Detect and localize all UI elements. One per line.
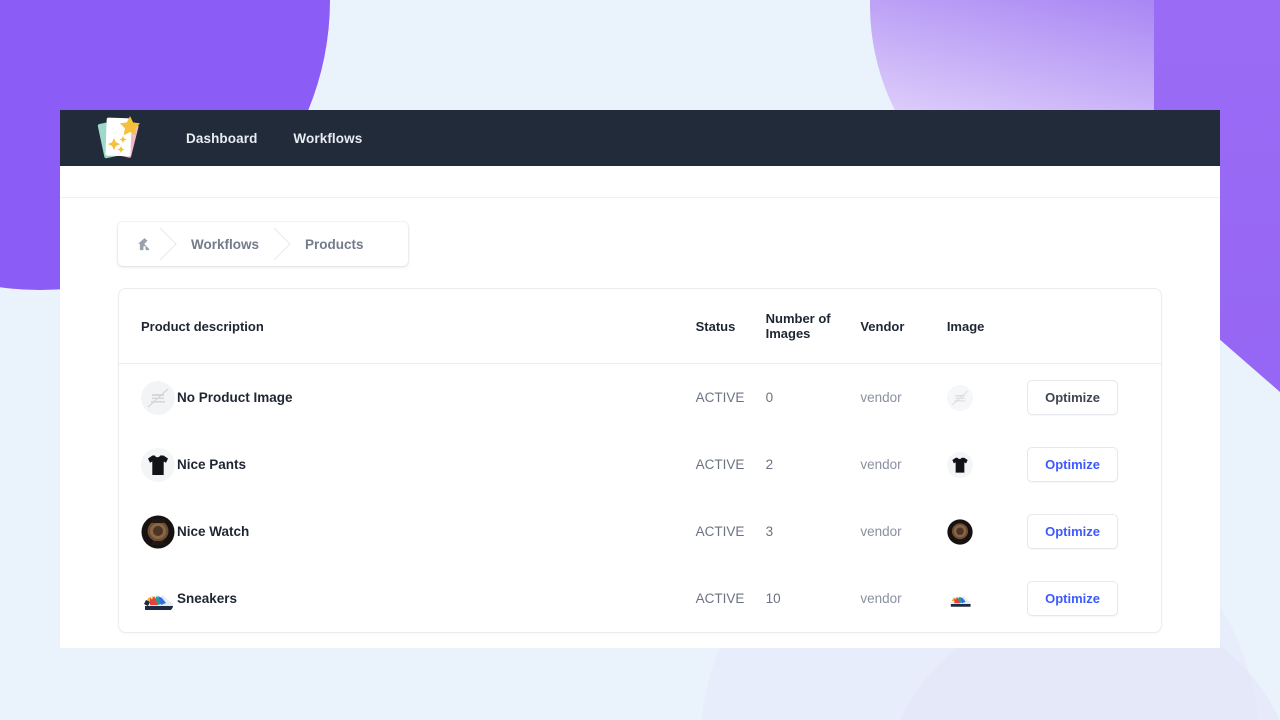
breadcrumb-home[interactable] [118,222,161,266]
sparkle-cards-logo[interactable] [92,111,148,163]
cell-number-of-images: 3 [766,498,861,565]
column-header-status: Status [696,289,766,364]
cell-image [947,364,1027,432]
tshirt-black-thumbnail [947,452,973,478]
table-header-row: Product description Status Number of Ima… [119,289,1161,364]
cell-description: No Product Image [119,364,696,432]
cell-vendor: vendor [860,431,946,498]
product-name: Nice Pants [177,457,246,472]
vendor-name: vendor [860,524,901,539]
cell-image [947,431,1027,498]
screen: Dashboard Workflows Workflows [0,0,1280,720]
image-count: 3 [766,524,774,539]
products-table: Product description Status Number of Ima… [119,289,1161,632]
table-head: Product description Status Number of Ima… [119,289,1161,364]
status-badge: ACTIVE [696,524,745,539]
nav-link-workflows[interactable]: Workflows [293,131,362,146]
breadcrumb-label: Products [305,237,364,252]
products-table-card: Product description Status Number of Ima… [118,288,1162,633]
app-window: Dashboard Workflows Workflows [60,110,1220,648]
image-count: 10 [766,591,781,606]
breadcrumb: Workflows Products [118,222,408,266]
home-icon [136,236,153,253]
cell-number-of-images: 2 [766,431,861,498]
table-row: Sneakers ACTIVE 10 vendor [119,565,1161,632]
optimize-button[interactable]: Optimize [1027,514,1118,549]
column-header-number-of-images: Number of Images [766,289,861,364]
vendor-name: vendor [860,591,901,606]
table-row: Nice Pants ACTIVE 2 vendor [119,431,1161,498]
cell-description: Sneakers [119,565,696,632]
status-badge: ACTIVE [696,591,745,606]
cell-status: ACTIVE [696,431,766,498]
nav-links: Dashboard Workflows [186,131,362,146]
breadcrumb-item-workflows[interactable]: Workflows [161,222,275,266]
cell-action: Optimize [1027,364,1161,432]
nav-link-dashboard[interactable]: Dashboard [186,131,257,146]
table-row: Nice Watch ACTIVE 3 vendor [119,498,1161,565]
cell-image [947,498,1027,565]
cell-action: Optimize [1027,431,1161,498]
status-badge: ACTIVE [696,390,745,405]
column-header-action [1027,289,1161,364]
table-row: No Product Image ACTIVE 0 vendor [119,364,1161,432]
image-count: 2 [766,457,774,472]
tshirt-black-thumbnail [141,448,175,482]
image-count: 0 [766,390,774,405]
cell-number-of-images: 10 [766,565,861,632]
navbar-sub-strip [60,166,1220,198]
cell-number-of-images: 0 [766,364,861,432]
column-header-image: Image [947,289,1027,364]
cell-image [947,565,1027,632]
column-header-vendor: Vendor [860,289,946,364]
watch-thumbnail [947,519,973,545]
column-header-description: Product description [119,289,696,364]
cell-vendor: vendor [860,498,946,565]
optimize-button[interactable]: Optimize [1027,447,1118,482]
top-navbar: Dashboard Workflows [60,110,1220,166]
cell-description: Nice Watch [119,498,696,565]
watch-thumbnail [141,515,175,549]
no-image-placeholder-icon [141,381,175,415]
optimize-button[interactable]: Optimize [1027,380,1118,415]
product-name: Nice Watch [177,524,249,539]
product-name: No Product Image [177,390,293,405]
sneaker-thumbnail [947,586,973,612]
page-content: Workflows Products Product description S… [60,198,1220,647]
vendor-name: vendor [860,390,901,405]
cell-action: Optimize [1027,565,1161,632]
no-image-placeholder-icon [947,385,973,411]
cell-vendor: vendor [860,565,946,632]
cell-status: ACTIVE [696,565,766,632]
sneaker-thumbnail [141,582,175,616]
breadcrumb-label: Workflows [191,237,259,252]
table-body: No Product Image ACTIVE 0 vendor [119,364,1161,633]
status-badge: ACTIVE [696,457,745,472]
cell-status: ACTIVE [696,364,766,432]
vendor-name: vendor [860,457,901,472]
optimize-button[interactable]: Optimize [1027,581,1118,616]
product-name: Sneakers [177,591,237,606]
cell-description: Nice Pants [119,431,696,498]
cell-vendor: vendor [860,364,946,432]
cell-action: Optimize [1027,498,1161,565]
cell-status: ACTIVE [696,498,766,565]
